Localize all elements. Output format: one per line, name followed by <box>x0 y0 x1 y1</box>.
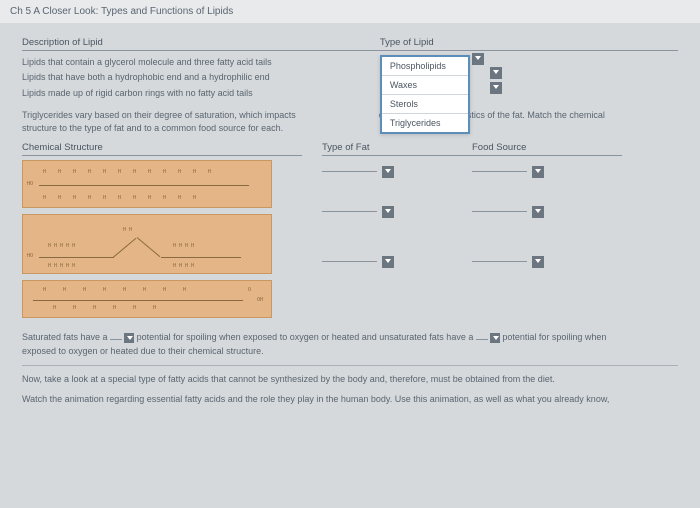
fat-dropdown-3[interactable] <box>382 256 394 268</box>
fat-dropdown-2[interactable] <box>382 206 394 218</box>
type-dropdown-trigger-2[interactable] <box>490 67 502 79</box>
type-dropdown-menu[interactable]: Phospholipids Waxes Sterols Triglyceride… <box>380 55 470 134</box>
dropdown-option-triglycerides[interactable]: Triglycerides <box>382 114 468 132</box>
sat-dropdown-2[interactable] <box>490 333 500 343</box>
lipid-desc-3: Lipids made up of rigid carbon rings wit… <box>22 86 380 101</box>
dropdown-option-sterols[interactable]: Sterols <box>382 95 468 114</box>
chapter-title-bar: Ch 5 A Closer Look: Types and Functions … <box>0 0 700 23</box>
heading-description: Description of Lipid <box>22 37 380 51</box>
dropdown-option-waxes[interactable]: Waxes <box>382 76 468 95</box>
divider <box>22 365 678 366</box>
chem-structure-1: HO HHHHHHHHHHHH HHHHHHHHHHH <box>22 160 272 208</box>
food-dropdown-1[interactable] <box>532 166 544 178</box>
para1-c: structure to the type of fat and to a co… <box>22 123 283 133</box>
chem-structure-3: HHHHHHHH HHHHHH OH O <box>22 280 272 318</box>
heading-chemical: Chemical Structure <box>22 142 302 156</box>
lipid-desc-2: Lipids that have both a hydrophobic end … <box>22 70 380 85</box>
closing-2: Watch the animation regarding essential … <box>22 392 678 406</box>
fill-1a: Saturated fats have a <box>22 332 108 342</box>
sat-dropdown-1[interactable] <box>124 333 134 343</box>
heading-type: Type of Lipid <box>380 37 678 51</box>
closing-1: Now, take a look at a special type of fa… <box>22 372 678 386</box>
food-dropdown-2[interactable] <box>532 206 544 218</box>
para1-a: Triglycerides vary based on their degree… <box>22 110 296 120</box>
fill-1c: potential for spoiling when <box>502 332 606 342</box>
type-dropdown-trigger-3[interactable] <box>490 82 502 94</box>
fill-2: exposed to oxygen or heated due to their… <box>22 346 264 356</box>
fat-dropdown-1[interactable] <box>382 166 394 178</box>
type-dropdown-trigger-1[interactable] <box>472 53 484 65</box>
food-dropdown-3[interactable] <box>532 256 544 268</box>
lipid-desc-1: Lipids that contain a glycerol molecule … <box>22 55 380 70</box>
heading-food: Food Source <box>472 142 622 156</box>
chapter-title: Ch 5 A Closer Look: Types and Functions … <box>10 6 233 17</box>
fill-1b: potential for spoiling when exposed to o… <box>137 332 474 342</box>
heading-fat: Type of Fat <box>322 142 472 156</box>
chem-structure-2: HO H H H H H H H H H H H H H H H H H H H… <box>22 214 272 274</box>
dropdown-option-phospholipids[interactable]: Phospholipids <box>382 57 468 76</box>
main-content: Description of Lipid Lipids that contain… <box>0 23 700 416</box>
